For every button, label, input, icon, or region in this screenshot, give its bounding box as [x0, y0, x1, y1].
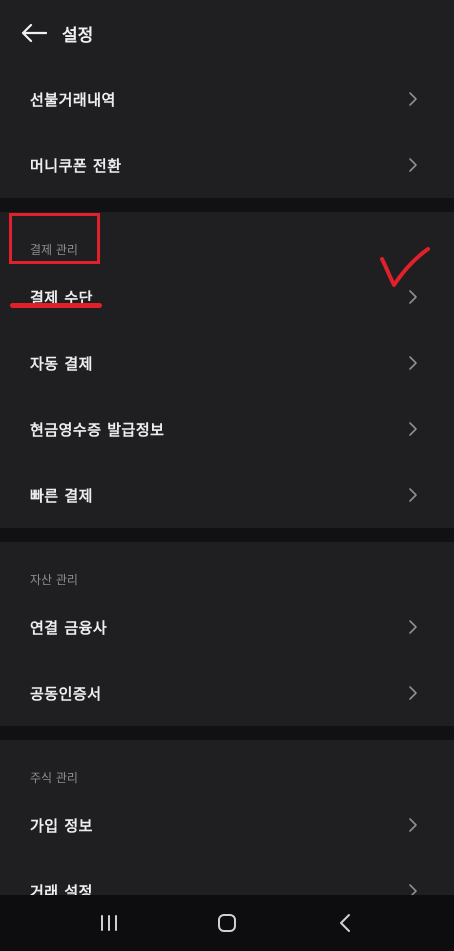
- menu-item-cash-receipt[interactable]: 현금영수증 발급정보: [0, 396, 454, 462]
- menu-item-signup-info[interactable]: 가입 정보: [0, 792, 454, 858]
- chevron-right-icon: [408, 685, 418, 701]
- section-label-assets: 자산 관리: [30, 573, 78, 587]
- chevron-right-icon: [408, 91, 418, 107]
- menu-item-prepaid-history[interactable]: 선불거래내역: [0, 66, 454, 132]
- recent-apps-button[interactable]: [89, 903, 129, 943]
- menu-item-payment-method[interactable]: 결제 수단: [0, 264, 454, 330]
- nav-back-button[interactable]: [325, 903, 365, 943]
- arrow-left-icon: [21, 23, 47, 43]
- menu-item-linked-finance[interactable]: 연결 금융사: [0, 594, 454, 660]
- section-divider: [0, 198, 454, 212]
- menu-item-certificate[interactable]: 공동인증서: [0, 660, 454, 726]
- nav-back-icon: [340, 914, 350, 932]
- app-header: 설정: [0, 0, 454, 66]
- chevron-right-icon: [408, 289, 418, 305]
- back-button[interactable]: [20, 19, 48, 47]
- system-nav-bar: [0, 895, 454, 951]
- menu-item-label: 자동 결제: [30, 354, 93, 373]
- section-divider: [0, 528, 454, 542]
- menu-item-label: 공동인증서: [30, 684, 102, 703]
- chevron-right-icon: [408, 817, 418, 833]
- chevron-right-icon: [408, 619, 418, 635]
- menu-item-label: 현금영수증 발급정보: [30, 420, 165, 439]
- section-divider: [0, 726, 454, 740]
- recent-apps-icon: [101, 915, 117, 931]
- chevron-right-icon: [408, 355, 418, 371]
- settings-screen: 설정 선불거래내역 머니쿠폰 전환 결제 관리 결제 수단 자동 결제 현금영수…: [0, 0, 454, 951]
- menu-item-label: 결제 수단: [30, 288, 93, 307]
- section-label-stocks: 주식 관리: [30, 771, 78, 785]
- chevron-right-icon: [408, 157, 418, 173]
- menu-item-label: 가입 정보: [30, 816, 93, 835]
- chevron-right-icon: [408, 487, 418, 503]
- chevron-right-icon: [408, 421, 418, 437]
- menu-item-label: 연결 금융사: [30, 618, 108, 637]
- home-icon: [218, 914, 236, 932]
- section-label-payment: 결제 관리: [30, 243, 78, 257]
- section-general: 선불거래내역 머니쿠폰 전환: [0, 66, 454, 198]
- page-title: 설정: [62, 25, 94, 46]
- menu-item-auto-payment[interactable]: 자동 결제: [0, 330, 454, 396]
- menu-item-label: 머니쿠폰 전환: [30, 156, 122, 175]
- home-button[interactable]: [207, 903, 247, 943]
- section-payment: 결제 관리 결제 수단 자동 결제 현금영수증 발급정보 빠른 결제: [0, 212, 454, 528]
- menu-item-label: 선불거래내역: [30, 90, 116, 109]
- menu-item-money-coupon[interactable]: 머니쿠폰 전환: [0, 132, 454, 198]
- menu-item-label: 빠른 결제: [30, 486, 93, 505]
- section-assets: 자산 관리 연결 금융사 공동인증서: [0, 542, 454, 726]
- menu-item-quick-payment[interactable]: 빠른 결제: [0, 462, 454, 528]
